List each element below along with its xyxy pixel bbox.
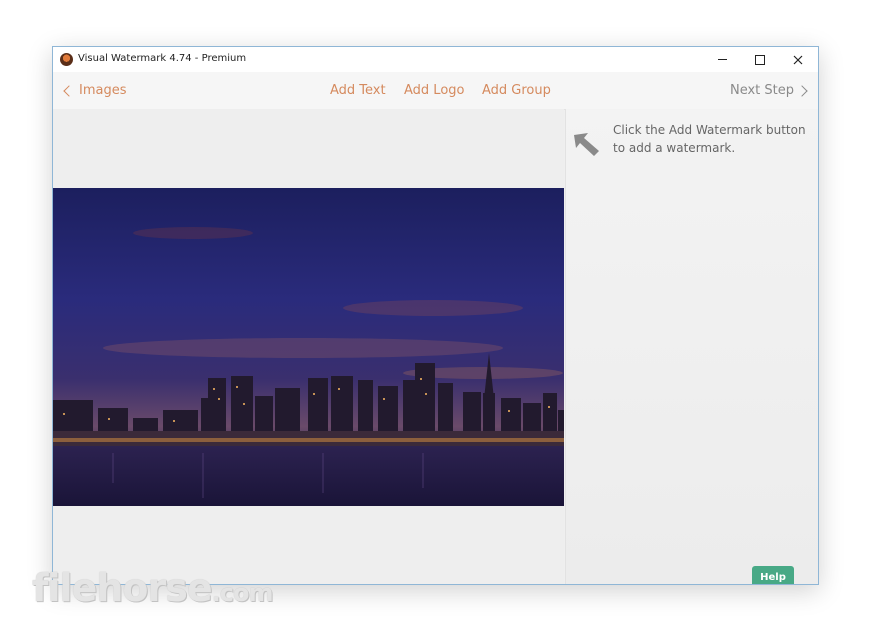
city-skyline-photo xyxy=(53,188,564,506)
next-step-label: Next Step xyxy=(729,83,794,98)
add-text-button[interactable]: Add Text xyxy=(330,83,386,98)
image-canvas xyxy=(53,109,564,584)
close-icon xyxy=(793,55,803,64)
maximize-button[interactable] xyxy=(741,47,779,72)
add-group-button[interactable]: Add Group xyxy=(482,83,551,98)
maximize-icon xyxy=(755,54,765,65)
app-logo-icon xyxy=(60,53,73,66)
close-button[interactable] xyxy=(779,47,817,72)
hint-text: Click the Add Watermark button to add a … xyxy=(613,123,806,155)
chevron-right-icon xyxy=(796,84,808,97)
add-logo-button[interactable]: Add Logo xyxy=(404,83,464,98)
back-to-images-link[interactable]: Images xyxy=(63,83,127,98)
window-title: Visual Watermark 4.74 - Premium xyxy=(78,53,247,64)
help-button[interactable]: Help xyxy=(752,566,794,584)
app-window: Visual Watermark 4.74 - Premium Images A… xyxy=(52,46,819,585)
watermark-brand: filehorse xyxy=(32,566,213,610)
chevron-left-icon xyxy=(63,84,75,97)
preview-image[interactable] xyxy=(53,188,564,506)
next-step-button[interactable]: Next Step xyxy=(729,83,808,98)
watermark-tld: .com xyxy=(211,579,274,607)
side-panel: Click the Add Watermark button to add a … xyxy=(565,109,818,584)
toolbar: Images Add Text Add Logo Add Group Next … xyxy=(53,72,818,110)
site-watermark: filehorse.com xyxy=(32,566,273,610)
title-bar: Visual Watermark 4.74 - Premium xyxy=(53,47,818,72)
minimize-button[interactable] xyxy=(703,47,741,72)
back-label: Images xyxy=(79,83,127,98)
minimize-icon xyxy=(717,59,727,60)
arrow-up-left-icon xyxy=(574,133,599,156)
